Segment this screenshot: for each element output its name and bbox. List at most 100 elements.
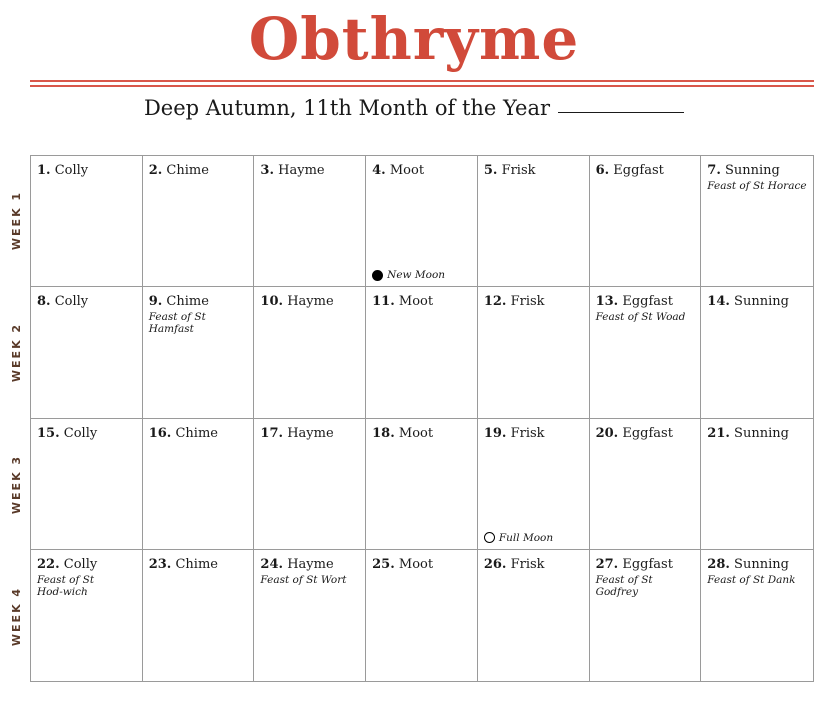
feast-note: Feast of St Godfrey [595,573,653,598]
day-cell[interactable]: 3. Hayme [254,156,367,288]
day-name: Hayme [287,425,334,441]
day-header: 1. Colly [37,163,142,179]
feast-note: Feast of St Hod-wich [37,573,95,598]
day-cell[interactable]: 6. Eggfast [589,156,702,288]
day-number: 23. [148,556,172,572]
day-name: Moot [389,163,425,178]
week-label-2: WEEK 2 [3,287,31,419]
day-header: 16. Chime [149,426,254,442]
moon-phase: New Moon [372,269,445,281]
day-cell[interactable]: 17. Hayme [254,418,367,550]
day-header: 12. Frisk [484,294,589,310]
day-name: Frisk [510,556,545,572]
day-number: 5. [483,163,498,178]
day-cell[interactable]: 18. Moot [366,418,478,550]
day-header: 22. Colly [37,557,142,573]
day-number: 22. [37,556,60,572]
day-cell[interactable]: 4. Moot New Moon [366,156,478,288]
day-name: Moot [398,425,434,441]
week-label-text: WEEK 3 [10,454,24,514]
day-number: 25. [372,556,395,572]
day-header: 18. Moot [372,426,477,442]
day-header: 28. Sunning [707,557,813,573]
day-cell[interactable]: 19. Frisk Full Moon [477,418,590,550]
year-blank-line [558,111,685,113]
day-name: Hayme [287,294,334,310]
day-cell[interactable]: 14. Sunning [701,287,813,419]
day-header: 4. Moot [372,163,477,179]
day-number: 2. [148,163,163,178]
day-number: 15. [37,425,60,441]
day-name: Frisk [501,163,536,178]
day-cell[interactable]: 2. Chime [142,156,255,288]
day-number: 4. [372,163,386,178]
feast-note: Feast of St Dank [707,573,796,586]
day-number: 20. [595,425,619,441]
day-cell[interactable]: 8. Colly [31,287,143,419]
day-number: 8. [37,294,51,310]
day-number: 10. [260,294,284,310]
title-rule-bottom [30,85,814,87]
day-name: Moot [398,294,434,310]
day-cell[interactable]: 26. Frisk [478,549,590,681]
day-name: Sunning [734,556,789,572]
day-number: 1. [37,163,51,178]
day-header: 27. Eggfast [596,557,701,573]
day-name: Hayme [287,556,334,572]
day-cell[interactable]: 11. Moot [366,287,478,419]
calendar-grid: 1. Colly 2. Chime 3. Hayme 4. Moot New Moon 5… [30,155,814,682]
day-header: 14. Sunning [707,294,813,310]
day-cell[interactable]: 1. Colly [31,156,143,288]
day-number: 3. [260,163,274,178]
day-cell[interactable]: 13. Eggfast Feast of St Woad [589,287,702,419]
title-rule-top [30,80,814,82]
day-cell[interactable]: 10. Hayme [254,287,367,419]
day-number: 12. [483,294,507,310]
day-number: 18. [372,425,395,441]
day-name: Chime [166,294,209,310]
day-header: 11. Moot [372,294,477,310]
week-label-3: WEEK 3 [3,419,31,551]
day-name: Colly [63,425,98,441]
day-cell[interactable]: 23. Chime [143,549,255,681]
day-cell[interactable]: 25. Moot [366,549,478,681]
day-cell[interactable]: 15. Colly [31,418,143,550]
day-cell[interactable]: 7. Sunning Feast of St Horace [701,156,813,288]
moon-phase-label: New Moon [387,269,446,282]
week-label-1: WEEK 1 [3,155,31,287]
day-number: 7. [707,163,721,178]
feast-note: Feast of St Hamfast [148,311,206,336]
day-name: Sunning [734,425,789,441]
day-cell[interactable]: 21. Sunning [701,419,813,550]
day-cell[interactable]: 20. Eggfast [589,418,702,550]
day-number: 27. [595,556,619,572]
month-subtitle-text: Deep Autumn, 11th Month of the Year [143,96,551,120]
day-header: 3. Hayme [260,163,365,179]
day-name: Eggfast [622,294,673,310]
day-cell[interactable]: 28. Sunning Feast of St Dank [701,550,813,681]
week-label-text: WEEK 1 [10,191,24,251]
day-header: 20. Eggfast [596,426,701,442]
day-cell[interactable]: 9. Chime Feast of St Hamfast [142,287,255,419]
calendar-title: Obthryme [248,5,580,73]
day-cell[interactable]: 5. Frisk [477,156,590,288]
day-number: 26. [483,556,507,572]
day-header: 2. Chime [149,163,254,179]
day-header: 5. Frisk [484,163,589,179]
day-cell[interactable]: 27. Eggfast Feast of St Godfrey [590,549,702,681]
day-name: Frisk [510,425,545,441]
day-cell[interactable]: 16. Chime [142,418,255,550]
day-cell[interactable]: 24. Hayme Feast of St Wort [254,549,367,681]
day-header: 13. Eggfast [596,294,701,310]
week-label-text: WEEK 4 [10,586,24,646]
day-header: 8. Colly [37,294,142,310]
day-name: Colly [63,556,98,572]
day-number: 21. [707,425,730,441]
day-cell[interactable]: 22. Colly Feast of St Hod-wich [31,549,143,681]
day-name: Chime [175,425,218,441]
day-header: 25. Moot [372,557,477,573]
day-header: 21. Sunning [707,426,813,442]
day-number: 28. [707,556,730,572]
day-cell[interactable]: 12. Frisk [477,287,590,419]
day-header: 17. Hayme [260,426,365,442]
